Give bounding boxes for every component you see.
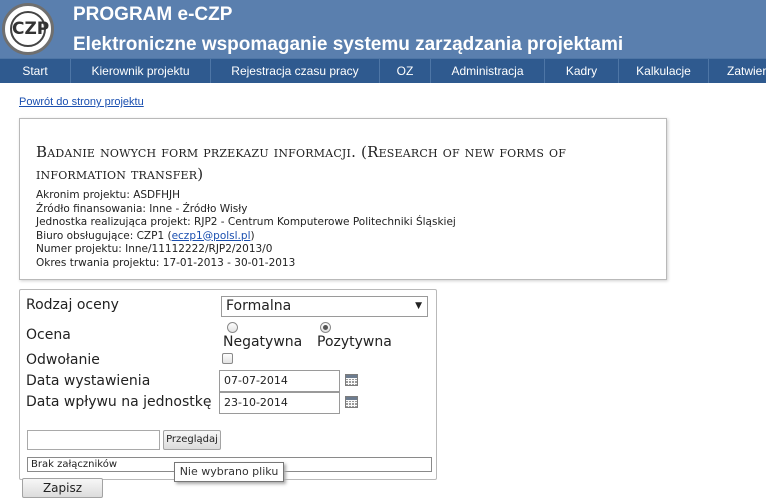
project-title: Badanie nowych form przekazu informacji.… — [36, 143, 567, 183]
appeal-label: Odwołanie — [26, 352, 100, 368]
file-tooltip: Nie wybrano pliku — [174, 462, 284, 482]
app-subtitle: Elektroniczne wspomaganie systemu zarząd… — [73, 34, 624, 55]
nav-item-approvals[interactable]: Zatwier — [709, 59, 766, 83]
receipt-date-label: Data wpływu na jednostkę — [26, 394, 212, 410]
appeal-checkbox[interactable] — [222, 353, 233, 364]
receipt-date-input[interactable]: 23-10-2014 — [219, 392, 340, 414]
nav-item-oz[interactable]: OZ — [380, 59, 431, 83]
rating-type-value: Formalna — [226, 298, 292, 314]
rating-label: Ocena — [26, 327, 71, 343]
nav-item-administration[interactable]: Administracja — [431, 59, 545, 83]
project-funding: Źródło finansowania: Inne - Źródło Wisły — [36, 202, 248, 215]
rating-positive-label: Pozytywna — [317, 334, 392, 350]
app-title: PROGRAM e-CZP — [73, 4, 233, 25]
issue-date-label: Data wystawienia — [26, 373, 151, 389]
rating-positive-radio[interactable] — [320, 322, 331, 333]
browse-button[interactable]: Przeglądaj — [163, 430, 221, 450]
rating-negative-label: Negatywna — [223, 334, 303, 350]
nav-item-start[interactable]: Start — [0, 59, 71, 83]
file-path-input[interactable] — [27, 430, 160, 450]
project-unit: Jednostka realizująca projekt: RJP2 - Ce… — [36, 216, 456, 228]
issue-date-input[interactable]: 07-07-2014 — [219, 370, 340, 392]
nav-item-hr[interactable]: Kadry — [545, 59, 619, 83]
nav-item-calculations[interactable]: Kalkulacje — [619, 59, 709, 83]
project-details: Akronim projektu: ASDFHJH Źródło finanso… — [36, 189, 456, 270]
evaluation-form: Rodzaj oceny Formalna ▼ Ocena Negatywna … — [19, 289, 437, 480]
back-to-project-link[interactable]: Powrót do strony projektu — [19, 96, 144, 108]
project-period: Okres trwania projektu: 17-01-2013 - 30-… — [36, 256, 296, 269]
app-header: CZP PROGRAM e-CZP Elektroniczne wspomaga… — [0, 0, 766, 58]
calendar-icon[interactable] — [345, 396, 358, 408]
calendar-icon[interactable] — [345, 374, 358, 386]
rating-negative-radio[interactable] — [227, 322, 238, 333]
rating-type-label: Rodzaj oceny — [26, 297, 119, 313]
nav-item-project-manager[interactable]: Kierownik projektu — [71, 59, 211, 83]
nav-item-time-registration[interactable]: Rejestracja czasu pracy — [211, 59, 380, 83]
project-info-panel: Badanie nowych form przekazu informacji.… — [19, 118, 667, 280]
project-office: Biuro obsługujące: CZP1 (eczp1@polsl.pl) — [36, 229, 255, 242]
main-nav: Start Kierownik projektu Rejestracja cza… — [0, 58, 766, 83]
logo-text: CZP — [10, 11, 49, 47]
dropdown-arrow-icon: ▼ — [415, 301, 422, 311]
office-email-link[interactable]: eczp1@polsl.pl — [172, 230, 251, 242]
project-number: Numer projektu: Inne/11112222/RJP2/2013/… — [36, 243, 273, 255]
save-rating-button[interactable]: Zapisz ocenę — [22, 478, 103, 503]
project-acronym: Akronim projektu: ASDFHJH — [36, 189, 181, 201]
czp-logo-icon: CZP — [2, 3, 54, 55]
rating-type-select[interactable]: Formalna ▼ — [221, 296, 428, 317]
